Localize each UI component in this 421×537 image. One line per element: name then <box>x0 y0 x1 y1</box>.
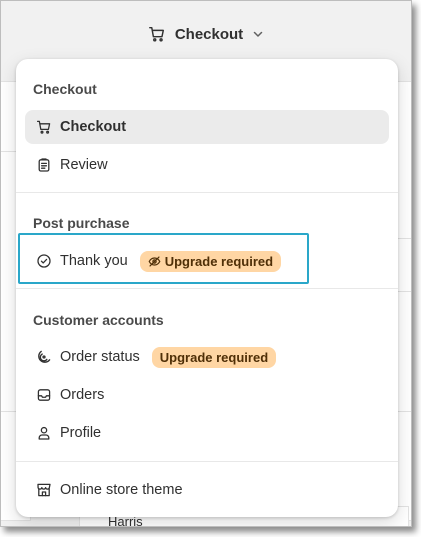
upgrade-required-badge: Upgrade required <box>151 346 277 368</box>
menu-item-order-status[interactable]: Order status Upgrade required <box>25 340 389 374</box>
menu-item-label: Orders <box>60 387 105 403</box>
background-divider <box>396 238 411 239</box>
menu-item-label: Order status <box>60 349 140 365</box>
page-dropdown-menu: Checkout Checkout Review Post purchase T… <box>16 59 398 517</box>
background-divider <box>396 291 411 292</box>
menu-item-online-store-theme[interactable]: Online store theme <box>25 473 389 507</box>
cart-icon <box>148 25 166 43</box>
page-selector-label: Checkout <box>174 25 244 43</box>
menu-item-orders[interactable]: Orders <box>25 378 389 412</box>
badge-label: Upgrade required <box>159 349 269 365</box>
menu-item-checkout[interactable]: Checkout <box>25 110 389 144</box>
menu-item-thank-you[interactable]: Thank you Upgrade required <box>25 244 389 278</box>
section-divider <box>16 288 398 289</box>
screenshot-frame: Harris Checkout Checkout Checkout Review… <box>0 0 412 527</box>
menu-item-label: Online store theme <box>60 482 183 498</box>
badge-label: Upgrade required <box>164 253 274 269</box>
section-title-customer-accounts: Customer accounts <box>33 312 164 328</box>
menu-item-label: Profile <box>60 425 102 441</box>
order-status-icon <box>36 349 52 365</box>
chevron-down-icon <box>252 28 264 40</box>
eye-off-icon <box>148 255 161 268</box>
section-title-checkout: Checkout <box>33 81 97 97</box>
inbox-icon <box>36 387 52 403</box>
upgrade-required-badge: Upgrade required <box>139 250 282 272</box>
menu-item-label: Checkout <box>60 119 127 135</box>
check-circle-icon <box>36 253 52 269</box>
menu-item-review[interactable]: Review <box>25 148 389 182</box>
person-icon <box>36 425 52 441</box>
menu-item-profile[interactable]: Profile <box>25 416 389 450</box>
menu-item-label: Thank you <box>60 253 128 269</box>
cart-icon <box>36 119 52 135</box>
page-selector-button[interactable]: Checkout <box>148 25 264 43</box>
section-title-post-purchase: Post purchase <box>33 215 130 231</box>
section-divider <box>16 192 398 193</box>
store-icon <box>36 482 52 498</box>
section-divider <box>16 461 398 462</box>
background-divider <box>396 411 411 412</box>
menu-item-label: Review <box>60 157 108 173</box>
clipboard-icon <box>36 157 52 173</box>
